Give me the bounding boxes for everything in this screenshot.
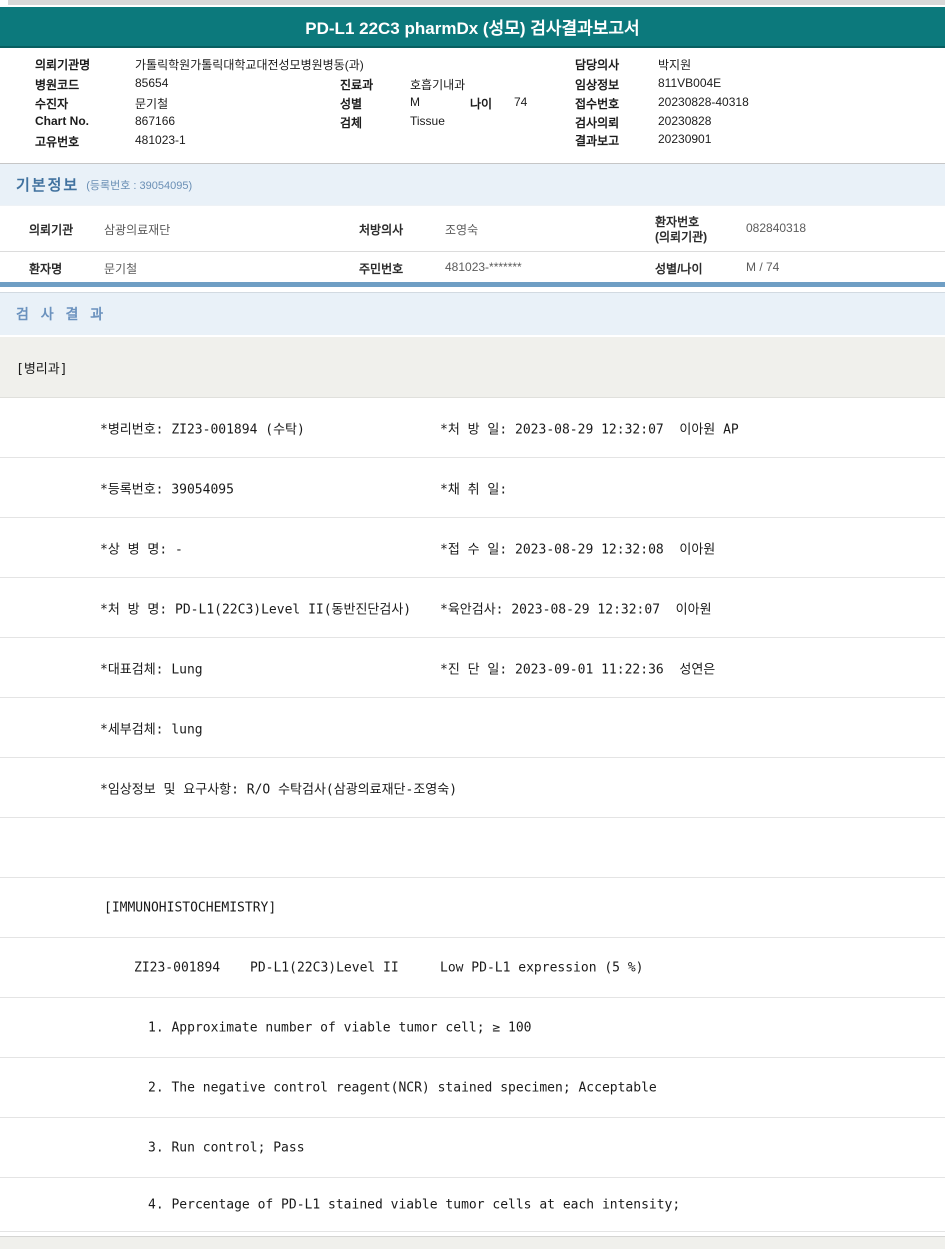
result-cell-text: *등록번호: 39054095	[100, 482, 234, 497]
department-row: [병리과]	[0, 337, 945, 398]
result-row: *세부검체: lung	[0, 698, 945, 758]
result-cell-text: *접 수 일: 2023-08-29 12:32:08 이아원	[440, 542, 716, 557]
field-department-value: 호흡기내과	[410, 78, 466, 92]
test-results-header: 검 사 결 과	[0, 292, 945, 335]
result-row: *등록번호: 39054095 *채 취 일:	[0, 458, 945, 518]
result-row: ZI23-001894 PD-L1(22C3)Level II Low PD-L1 …	[0, 938, 945, 998]
field-attending-doctor-value: 박지원	[658, 58, 692, 72]
result-row: *처 방 명: PD-L1(22C3)Level II(동반진단검사) *육안검사…	[0, 578, 945, 638]
field-specimen-value: Tissue	[410, 114, 445, 128]
result-cell-text: Low PD-L1 expression (5 %)	[440, 960, 644, 975]
field-chart-no-label: Chart No.	[35, 114, 89, 128]
field-prescribing-doctor-value: 조영숙	[445, 223, 479, 237]
field-unique-no-value: 481023-1	[135, 133, 186, 147]
result-cell-text: 4. Percentage of PD-L1 stained viable tu…	[148, 1197, 681, 1212]
basic-info-row-2: 환자명 문기철 주민번호 481023-******* 성별/나이 M / 74	[0, 252, 945, 282]
test-results-title: 검 사 결 과	[16, 306, 108, 322]
bottom-gray-strip	[0, 1236, 945, 1249]
result-row: *임상정보 및 요구사항: R/O 수탁검사(삼광의료재단-조영숙)	[0, 758, 945, 818]
field-examinee-value: 문기철	[135, 97, 169, 111]
result-row: *상 병 명: - *접 수 일: 2023-08-29 12:32:08 이아원	[0, 518, 945, 578]
report-title-bar: PD-L1 22C3 pharmDx (성모) 검사결과보고서	[0, 7, 945, 48]
top-gray-strip	[8, 0, 945, 5]
result-cell-text: *세부검체: lung	[100, 722, 203, 737]
field-resident-no-value: 481023-*******	[445, 260, 522, 274]
result-cell-text: 2. The negative control reagent(NCR) sta…	[148, 1080, 657, 1095]
field-patient-name-label: 환자명	[29, 262, 63, 276]
field-unique-no-label: 고유번호	[35, 135, 80, 149]
field-referral-org-label: 의뢰기관	[29, 223, 74, 237]
result-row: [IMMUNOHISTOCHEMISTRY]	[0, 878, 945, 938]
field-test-request-date-label: 검사의뢰	[575, 116, 620, 130]
field-specimen-label: 검체	[340, 116, 363, 130]
field-patient-name-value: 문기철	[104, 262, 138, 276]
field-hospital-code-label: 병원코드	[35, 78, 80, 92]
field-department-label: 진료과	[340, 78, 374, 92]
result-cell-text: 3. Run control; Pass	[148, 1140, 305, 1155]
field-hospital-code-value: 85654	[135, 76, 169, 90]
result-rows: *병리번호: ZI23-001894 (수탁) *처 방 일: 2023-08-2…	[0, 398, 945, 1232]
result-row	[0, 818, 945, 878]
basic-info-row-1: 의뢰기관 삼광의료재단 처방의사 조영숙 환자번호 (의뢰기관) 0828403…	[0, 206, 945, 252]
result-cell-text: *채 취 일:	[440, 482, 508, 497]
result-cell-text: *처 방 명: PD-L1(22C3)Level II(동반진단검사)	[100, 602, 412, 617]
field-clinical-info-value: 811VB004E	[658, 76, 722, 90]
field-age-label: 나이	[470, 97, 493, 111]
field-attending-doctor-label: 담당의사	[575, 58, 620, 72]
result-cell-text: 1. Approximate number of viable tumor ce…	[148, 1020, 532, 1035]
field-requesting-org-value: 가톨릭학원가톨릭대학교대전성모병원병동(과)	[135, 58, 364, 72]
field-referral-org-value: 삼광의료재단	[104, 223, 171, 237]
field-report-date-value: 20230901	[658, 132, 712, 146]
result-row: 2. The negative control reagent(NCR) sta…	[0, 1058, 945, 1118]
result-cell-text: *임상정보 및 요구사항: R/O 수탁검사(삼광의료재단-조영숙)	[100, 782, 458, 797]
field-patient-no-label-line2: (의뢰기관)	[655, 230, 708, 244]
result-cell-text: ZI23-001894	[134, 960, 221, 975]
basic-info-panel: 기본정보 (등록번호 : 39054095) 의뢰기관 삼광의료재단 처방의사 …	[0, 163, 945, 287]
result-cell-text: *병리번호: ZI23-001894 (수탁)	[100, 422, 305, 437]
result-cell-text: *진 단 일: 2023-09-01 11:22:36 성연은	[440, 662, 716, 677]
field-sex-age-value: M / 74	[746, 260, 780, 274]
result-cell-text: PD-L1(22C3)Level II	[250, 960, 399, 975]
field-age-value: 74	[514, 95, 528, 109]
field-chart-no-value: 867166	[135, 114, 176, 128]
field-examinee-label: 수진자	[35, 97, 69, 111]
test-results-panel: 검 사 결 과 [병리과] *병리번호: ZI23-001894 (수탁) *처 …	[0, 292, 945, 1249]
basic-info-bottom-divider	[0, 282, 945, 287]
field-receipt-no-value: 20230828-40318	[658, 95, 749, 109]
field-prescribing-doctor-label: 처방의사	[359, 223, 404, 237]
result-cell-text: *상 병 명: -	[100, 542, 183, 557]
field-sex-age-label: 성별/나이	[655, 262, 703, 276]
field-sex-value: M	[410, 95, 420, 109]
field-patient-no-value: 082840318	[746, 221, 807, 235]
patient-header: 의뢰기관명 가톨릭학원가톨릭대학교대전성모병원병동(과) 병원코드 85654 …	[0, 52, 945, 160]
field-requesting-org-label: 의뢰기관명	[35, 58, 91, 72]
basic-info-header: 기본정보 (등록번호 : 39054095)	[0, 163, 945, 206]
result-row: *대표검체: Lung *진 단 일: 2023-09-01 11:22:36 성…	[0, 638, 945, 698]
page-title: PD-L1 22C3 pharmDx (성모) 검사결과보고서	[305, 19, 640, 38]
field-sex-label: 성별	[340, 97, 363, 111]
field-receipt-no-label: 접수번호	[575, 97, 620, 111]
result-row: *병리번호: ZI23-001894 (수탁) *처 방 일: 2023-08-2…	[0, 398, 945, 458]
department-label: [병리과]	[16, 361, 68, 377]
field-test-request-date-value: 20230828	[658, 114, 712, 128]
field-clinical-info-label: 임상정보	[575, 78, 620, 92]
result-row: 4. Percentage of PD-L1 stained viable tu…	[0, 1178, 945, 1232]
result-cell-text: [IMMUNOHISTOCHEMISTRY]	[104, 900, 277, 915]
result-row: 3. Run control; Pass	[0, 1118, 945, 1178]
result-cell-text: *처 방 일: 2023-08-29 12:32:07 이아원 AP	[440, 422, 739, 437]
result-cell-text: *대표검체: Lung	[100, 662, 203, 677]
field-report-date-label: 결과보고	[575, 134, 620, 148]
basic-info-subtitle: (등록번호 : 39054095)	[86, 179, 193, 192]
result-cell-text: *육안검사: 2023-08-29 12:32:07 이아원	[440, 602, 712, 617]
result-row: 1. Approximate number of viable tumor ce…	[0, 998, 945, 1058]
field-resident-no-label: 주민번호	[359, 262, 404, 276]
basic-info-title: 기본정보	[16, 177, 80, 194]
